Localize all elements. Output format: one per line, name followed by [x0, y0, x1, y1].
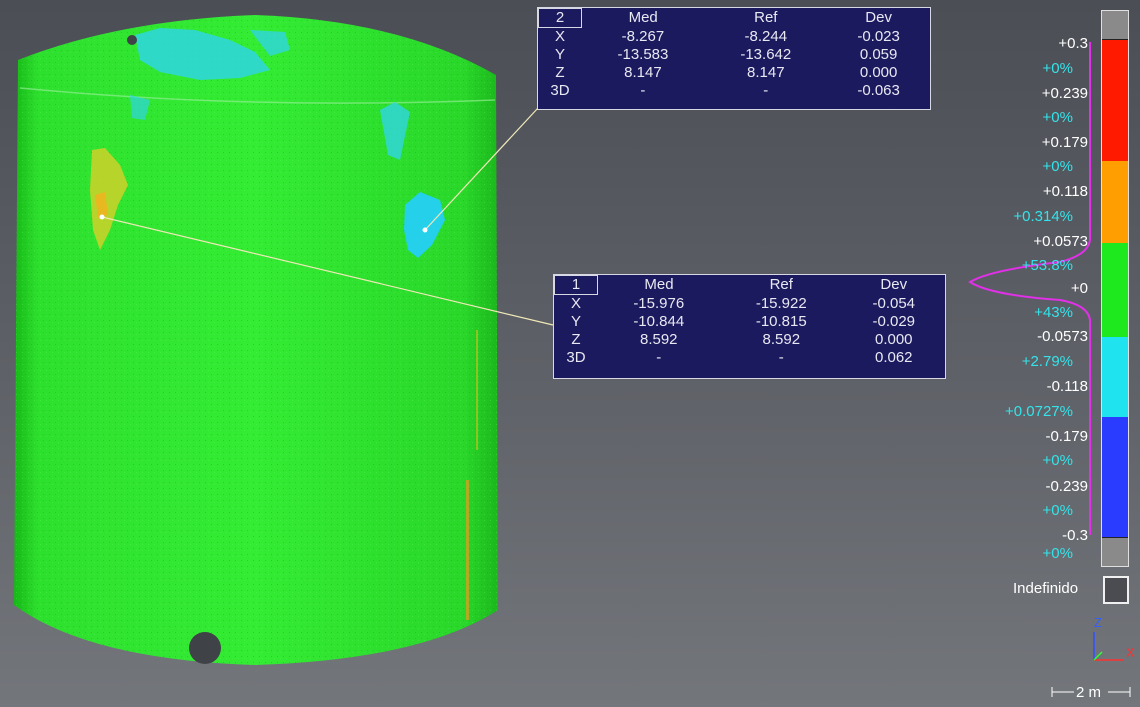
seg-blue: [1102, 417, 1128, 537]
bin-percentage: +53.8%: [1021, 257, 1073, 274]
med-value: 8.592: [639, 331, 678, 348]
dev-value: 0.000: [874, 331, 913, 348]
seg-green: [1102, 243, 1128, 337]
bin-percentage: +2.79%: [1021, 353, 1073, 370]
med-value: -: [640, 82, 646, 99]
callout-2-id: 2: [538, 8, 582, 28]
seg-gray-bottom: [1102, 537, 1128, 566]
med-value: -8.267: [621, 27, 665, 45]
axis-label: X: [570, 295, 581, 312]
axis-label: Z: [571, 331, 581, 348]
callout-2-row-3d: 3D - - -0.063: [539, 82, 931, 100]
callout-1-header-ref: Ref: [769, 276, 793, 293]
scale-value: -0.118: [1046, 378, 1088, 395]
bin-percentage: +43%: [1034, 304, 1073, 321]
axis-label: 3D: [550, 82, 570, 99]
colorbar-divider: [1102, 537, 1128, 538]
dev-value: -0.054: [872, 294, 916, 312]
ref-value: -8.244: [744, 27, 788, 45]
undefined-color-swatch: [1103, 576, 1129, 604]
seg-cyan: [1102, 337, 1128, 417]
med-value: 8.147: [624, 64, 662, 81]
callout-1-row-z: Z 8.592 8.592 0.000: [555, 331, 946, 349]
bin-percentage: +0%: [1042, 452, 1073, 469]
callout-point-1[interactable]: 1 Med Ref Dev X -15.976 -15.922 -0.054 Y…: [553, 274, 946, 379]
colorbar-divider: [1102, 39, 1128, 40]
measure-point-1[interactable]: [99, 214, 105, 220]
seg-gray-top: [1102, 11, 1128, 39]
callout-1-row-x: X -15.976 -15.922 -0.054: [555, 295, 946, 314]
bin-percentage: +0%: [1042, 60, 1073, 77]
callout-1-row-3d: 3D - - 0.062: [555, 349, 946, 367]
color-scale-bar: [1101, 10, 1129, 567]
ref-value: 8.147: [747, 64, 785, 81]
callout-1-header-med: Med: [644, 276, 674, 293]
dev-value: 0.059: [859, 46, 898, 63]
callout-1-row-y: Y -10.844 -10.815 -0.029: [555, 313, 946, 331]
med-value: -13.583: [617, 46, 669, 63]
scale-value: -0.3: [1062, 527, 1088, 544]
med-value: -15.976: [633, 294, 685, 312]
bin-percentage: +0%: [1042, 109, 1073, 126]
measure-point-2[interactable]: [422, 227, 428, 233]
scale-value: -0.0573: [1037, 328, 1088, 345]
med-value: -: [656, 349, 662, 366]
scale-value: +0.239: [1041, 85, 1088, 102]
callout-2-row-y: Y -13.583 -13.642 0.059: [539, 46, 931, 64]
callout-2-row-x: X -8.267 -8.244 -0.023: [539, 28, 931, 47]
scale-value: -0.239: [1045, 478, 1088, 495]
bin-percentage: +0%: [1042, 158, 1073, 175]
seg-orange: [1102, 161, 1128, 243]
scale-value: -0.179: [1045, 428, 1088, 445]
bin-percentage: +0%: [1042, 502, 1073, 519]
med-value: -10.844: [633, 313, 685, 330]
scale-value: +0.0573: [1033, 233, 1088, 250]
dev-value: 0.062: [874, 349, 913, 366]
callout-point-2[interactable]: 2 Med Ref Dev X -8.267 -8.244 -0.023 Y -…: [537, 7, 931, 110]
axis-label: Y: [554, 46, 565, 63]
dev-value: -0.023: [857, 27, 900, 45]
axis-label: Z: [555, 64, 565, 81]
callout-1-header-dev: Dev: [880, 276, 908, 293]
scale-bar-label: 2 m: [1076, 684, 1102, 701]
callout-1-id: 1: [554, 275, 598, 295]
callout-2-header-dev: Dev: [865, 9, 892, 26]
scale-value: +0.3: [1058, 35, 1088, 52]
bin-percentage: +0.0727%: [1005, 403, 1073, 420]
axis-label: 3D: [566, 349, 586, 366]
axis-label: Y: [570, 313, 581, 330]
scale-value: +0.179: [1041, 134, 1088, 151]
ref-value: -: [763, 82, 769, 99]
undefined-label: Indefinido: [1013, 580, 1079, 597]
axis-x-label: X: [1126, 645, 1135, 660]
axis-gizmo: Z X: [1093, 615, 1135, 661]
ref-value: -15.922: [755, 294, 807, 312]
dev-value: 0.000: [859, 64, 898, 81]
ref-value: -10.815: [755, 313, 807, 330]
bin-percentage: +0%: [1042, 545, 1073, 562]
axis-z-label: Z: [1094, 615, 1102, 630]
point-cloud-tank[interactable]: [14, 15, 498, 665]
scale-value: +0: [1070, 280, 1088, 297]
ref-value: 8.592: [762, 331, 801, 348]
dev-value: -0.029: [872, 313, 916, 330]
scale-value: +0.118: [1042, 183, 1088, 200]
dev-value: -0.063: [857, 82, 900, 99]
callout-2-header-med: Med: [628, 9, 658, 26]
seg-red: [1102, 39, 1128, 161]
axis-label: X: [554, 28, 565, 45]
bin-percentage: +0.314%: [1013, 208, 1073, 225]
ref-value: -13.642: [740, 46, 792, 63]
ref-value: -: [778, 349, 784, 366]
callout-2-row-z: Z 8.147 8.147 0.000: [539, 64, 931, 82]
callout-2-header-ref: Ref: [754, 9, 778, 26]
